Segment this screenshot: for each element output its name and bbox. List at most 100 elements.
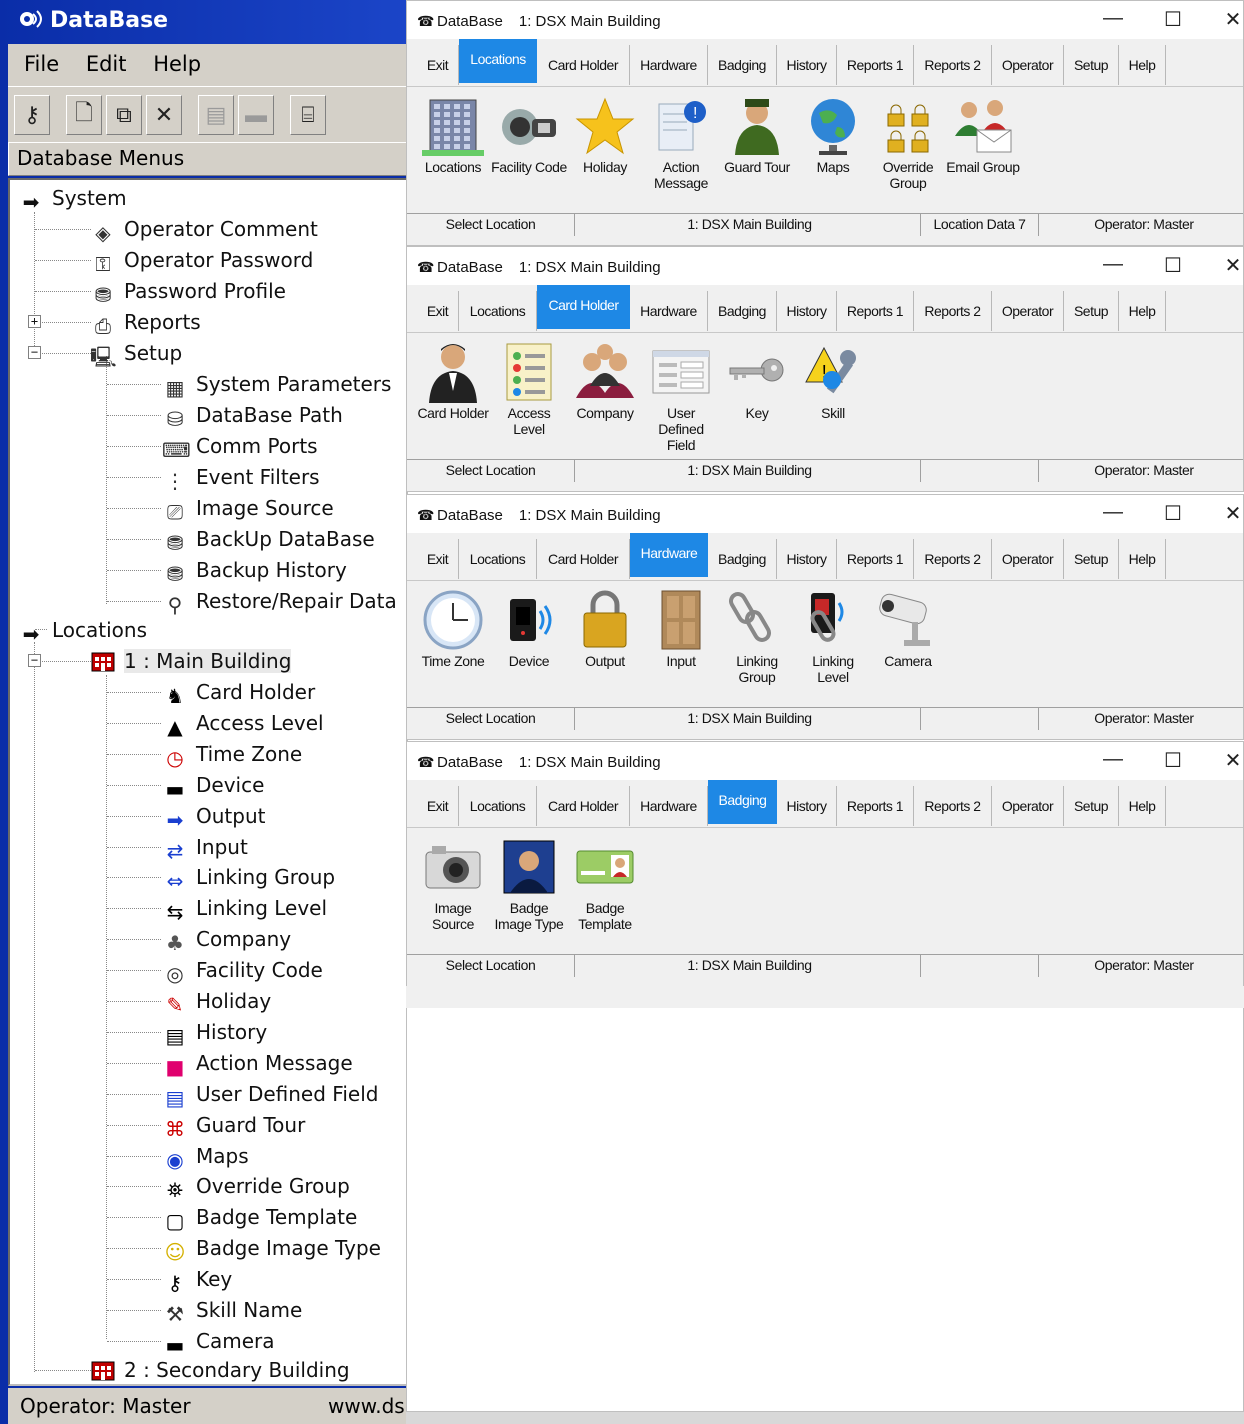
maximize-icon[interactable]: ☐: [1161, 253, 1185, 278]
maximize-icon[interactable]: ☐: [1161, 748, 1185, 773]
exit-toolbar-button[interactable]: ⚷: [14, 94, 50, 135]
tree-item-linking-level[interactable]: ⇆ Linking Level: [162, 894, 327, 924]
minimize-icon[interactable]: —: [1101, 253, 1125, 276]
tab-history[interactable]: History: [777, 291, 837, 331]
close-icon[interactable]: ✕: [1221, 7, 1244, 32]
card-holder-button[interactable]: Card Holder: [415, 341, 491, 421]
tree-item-user-defined-field[interactable]: ▤ User Defined Field: [162, 1080, 379, 1110]
tab-badging[interactable]: Badging: [708, 45, 777, 85]
holiday-button[interactable]: Holiday: [567, 95, 643, 175]
tab-setup[interactable]: Setup: [1064, 291, 1119, 331]
tree-secondary-building[interactable]: 2 : Secondary Building: [90, 1356, 350, 1384]
tab-hardware[interactable]: Hardware: [630, 45, 708, 85]
delete-toolbar-button[interactable]: ✕: [146, 94, 182, 135]
action-message-button[interactable]: ! Action Message: [643, 95, 719, 191]
tree-item-setup[interactable]: 🖳 Setup: [90, 339, 182, 369]
tree-locations[interactable]: ➡ Locations: [18, 616, 147, 646]
tab-history[interactable]: History: [777, 786, 837, 826]
tree-item-badge-image-type[interactable]: ☺ Badge Image Type: [162, 1234, 381, 1264]
tree-item-history[interactable]: ▤ History: [162, 1018, 268, 1048]
tab-card-holder[interactable]: Card Holder: [537, 45, 630, 85]
tree-item-override-group[interactable]: ⛯ Override Group: [162, 1172, 350, 1202]
tree-item-camera[interactable]: ▬ Camera: [162, 1327, 275, 1357]
maps-button[interactable]: Maps: [795, 95, 871, 175]
tree-item-backup-history[interactable]: ⛃ Backup History: [162, 556, 347, 586]
tree-item-guard-tour[interactable]: ⌘ Guard Tour: [162, 1111, 305, 1141]
camera-button[interactable]: Camera: [870, 589, 946, 669]
linking-level-button[interactable]: Linking Level: [795, 589, 871, 685]
company-button[interactable]: Company: [567, 341, 643, 421]
badge-image-type-button[interactable]: Badge Image Type: [491, 836, 567, 932]
tab-locations[interactable]: Locations: [459, 786, 537, 826]
tab-hardware[interactable]: Hardware: [630, 291, 708, 331]
status-select-location[interactable]: Select Location: [407, 214, 575, 236]
tree-item-time-zone[interactable]: ◷ Time Zone: [162, 740, 302, 770]
minimize-icon[interactable]: —: [1101, 501, 1125, 524]
badge-template-button[interactable]: Badge Template: [567, 836, 643, 932]
tree-item-company[interactable]: ♣ Company: [162, 925, 291, 955]
tab-reports-1[interactable]: Reports 1: [837, 291, 914, 331]
tab-locations[interactable]: Locations: [459, 39, 537, 83]
tree-item-skill-name[interactable]: ⚒ Skill Name: [162, 1296, 302, 1326]
tree-item-event-filters[interactable]: ⋮ Event Filters: [162, 463, 320, 493]
tree-item-access-level[interactable]: ▲ Access Level: [162, 709, 323, 739]
tab-help[interactable]: Help: [1119, 291, 1166, 331]
tree-item-restore-repair-data[interactable]: ⚲ Restore/Repair Data: [162, 587, 397, 617]
menu-file[interactable]: File: [24, 52, 59, 76]
guard-tour-button[interactable]: Guard Tour: [719, 95, 795, 175]
tab-reports-1[interactable]: Reports 1: [837, 539, 914, 579]
input-button[interactable]: Input: [643, 589, 719, 669]
tab-operator[interactable]: Operator: [992, 45, 1064, 85]
tab-reports-2[interactable]: Reports 2: [914, 291, 992, 331]
tree-item-database-path[interactable]: ⛁ DataBase Path: [162, 401, 343, 431]
tab-badging[interactable]: Badging: [708, 291, 777, 331]
tree-item-card-holder[interactable]: ♞ Card Holder: [162, 678, 315, 708]
tab-exit[interactable]: Exit: [417, 45, 459, 85]
minimize-icon[interactable]: —: [1101, 7, 1125, 30]
tree-main-building[interactable]: 1 : Main Building: [90, 647, 292, 675]
tree-item-system-parameters[interactable]: ▦ System Parameters: [162, 370, 392, 400]
tab-hardware[interactable]: Hardware: [630, 533, 708, 577]
status-select-location[interactable]: Select Location: [407, 955, 575, 977]
tab-reports-1[interactable]: Reports 1: [837, 45, 914, 85]
minimize-icon[interactable]: —: [1101, 748, 1125, 771]
image-source-button[interactable]: Image Source: [415, 836, 491, 932]
tab-operator[interactable]: Operator: [992, 539, 1064, 579]
tree-item-holiday[interactable]: ✎ Holiday: [162, 987, 272, 1017]
tab-setup[interactable]: Setup: [1064, 539, 1119, 579]
close-icon[interactable]: ✕: [1221, 748, 1244, 773]
tree-item-facility-code[interactable]: ◎ Facility Code: [162, 956, 323, 986]
device-button[interactable]: Device: [491, 589, 567, 669]
tab-exit[interactable]: Exit: [417, 291, 459, 331]
output-button[interactable]: Output: [567, 589, 643, 669]
tree-item-operator-password[interactable]: ⚿ Operator Password: [90, 246, 313, 276]
email-group-button[interactable]: Email Group: [945, 95, 1021, 175]
tab-card-holder[interactable]: Card Holder: [537, 786, 630, 826]
locations-button[interactable]: Locations: [415, 95, 491, 175]
print-toolbar-button[interactable]: ▤: [198, 94, 234, 135]
tab-help[interactable]: Help: [1119, 786, 1166, 826]
collapse-setup-icon[interactable]: −: [28, 346, 41, 359]
scan-toolbar-button[interactable]: ▬: [238, 94, 274, 135]
skill-button[interactable]: ! Skill: [795, 341, 871, 421]
tree-item-output[interactable]: ➡ Output: [162, 802, 266, 832]
tree-item-reports[interactable]: ⎙ Reports: [90, 308, 201, 338]
linking-group-button[interactable]: Linking Group: [719, 589, 795, 685]
tab-reports-2[interactable]: Reports 2: [914, 45, 992, 85]
tab-badging[interactable]: Badging: [708, 539, 777, 579]
tab-badging[interactable]: Badging: [708, 780, 777, 824]
tree-item-key[interactable]: ⚷ Key: [162, 1265, 233, 1295]
tab-setup[interactable]: Setup: [1064, 45, 1119, 85]
tree-item-device[interactable]: ▬ Device: [162, 771, 265, 801]
key-button[interactable]: Key: [719, 341, 795, 421]
tab-history[interactable]: History: [777, 539, 837, 579]
tab-reports-1[interactable]: Reports 1: [837, 786, 914, 826]
tab-operator[interactable]: Operator: [992, 291, 1064, 331]
tab-card-holder[interactable]: Card Holder: [537, 539, 630, 579]
tab-exit[interactable]: Exit: [417, 786, 459, 826]
tree-item-password-profile[interactable]: ⛃ Password Profile: [90, 277, 286, 307]
new-toolbar-button[interactable]: 🗋: [66, 94, 102, 135]
tab-locations[interactable]: Locations: [459, 539, 537, 579]
close-icon[interactable]: ✕: [1221, 253, 1244, 278]
tree-item-badge-template[interactable]: ▢ Badge Template: [162, 1203, 358, 1233]
